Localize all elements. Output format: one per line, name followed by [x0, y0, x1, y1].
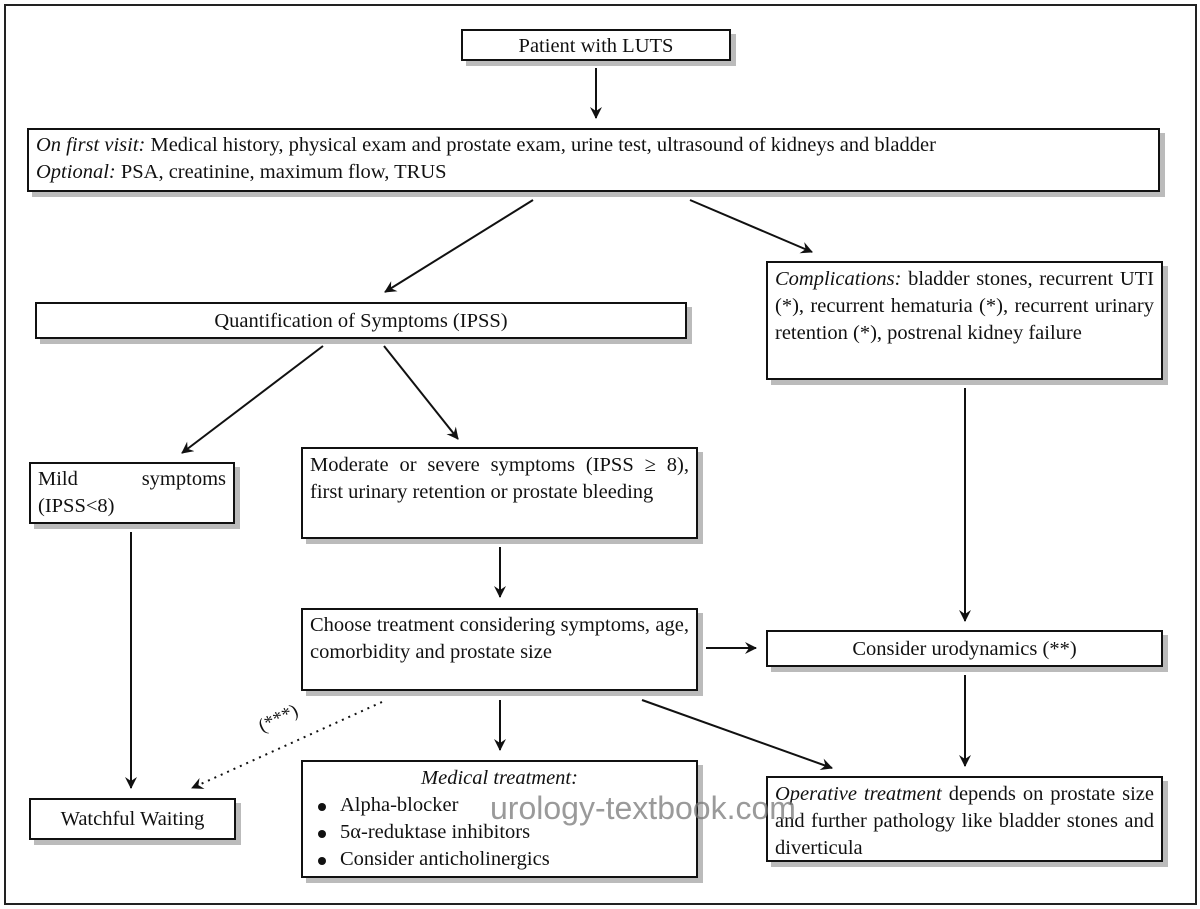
arrow-firstvisit-quant: [384, 199, 534, 293]
node-complications: Complications: bladder stones, recurrent…: [766, 261, 1163, 380]
node-choose-treatment: Choose treatment considering symptoms, a…: [301, 608, 698, 691]
node-urodynamics: Consider urodynamics (**): [766, 630, 1163, 667]
arrow-firstvisit-complications: [689, 199, 813, 254]
node-quantification: Quantification of Symptoms (IPSS): [35, 302, 687, 339]
node-watchful-waiting: Watchful Waiting: [29, 798, 236, 840]
first-visit-label: On first visit:: [36, 134, 146, 156]
optional-label: Optional:: [36, 161, 116, 183]
first-visit-text: Medical history, physical exam and prost…: [145, 134, 936, 156]
complications-label: Complications:: [775, 268, 902, 290]
arrow-quant-moderate: [383, 345, 459, 440]
medical-item: Consider anticholinergics: [318, 846, 689, 873]
medical-title: Medical treatment:: [421, 767, 578, 789]
node-moderate-symptoms: Moderate or severe symptoms (IPSS ≥ 8), …: [301, 447, 698, 539]
watermark: urology-textbook.com: [490, 790, 796, 826]
arrow-choose-operative: [641, 699, 833, 770]
node-patient-luts: Patient with LUTS: [461, 29, 731, 61]
node-first-visit: On first visit: Medical history, physica…: [27, 128, 1160, 192]
optional-text: PSA, creatinine, maximum flow, TRUS: [115, 161, 447, 183]
operative-label: Operative treatment: [775, 783, 942, 805]
arrow-quant-mild: [181, 345, 324, 454]
node-mild-symptoms: Mild symptoms (IPSS<8): [29, 462, 235, 524]
node-operative-treatment: Operative treatment depends on prostate …: [766, 776, 1163, 862]
